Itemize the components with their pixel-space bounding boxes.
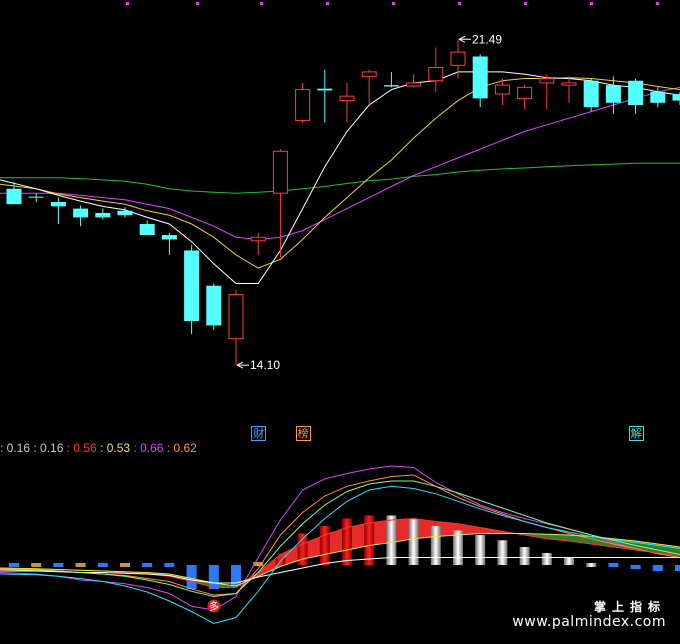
indicator-bar-2 [53, 563, 64, 567]
indicator-bar-0 [9, 563, 19, 567]
indicator-bar-30 [675, 565, 680, 571]
indicator-bar-5 [120, 563, 130, 567]
indicator-bar-18 [408, 518, 419, 565]
event-tag-0: 财 [251, 426, 267, 441]
indicator-bar-8 [186, 565, 197, 589]
indicator-bar-22 [497, 540, 508, 565]
indicator-bar-1 [31, 563, 42, 567]
readout-value-3: : 0.56 [63, 441, 97, 455]
event-tag-2: 解 [628, 426, 644, 441]
indicator-bar-23 [519, 547, 530, 565]
indicator-bar-15 [342, 518, 352, 565]
watermark: 掌上指标 www.palmindex.com [512, 600, 666, 630]
indicator-bar-27 [608, 563, 619, 567]
indicator-line-4 [0, 557, 680, 584]
indicator-bar-3 [75, 563, 86, 567]
indicator-bar-9 [208, 565, 219, 589]
indicator-bar-4 [97, 563, 108, 567]
signal-marker-label: 多 [209, 600, 219, 613]
indicator-line-2 [0, 517, 680, 588]
stock-chart: 21.49 14.10 多 : 0.16 : 0.16 : 0.56 : 0.53… [0, 0, 680, 644]
indicator-bar-28 [630, 565, 641, 569]
readout-value-1: : 0.16 [0, 441, 31, 455]
indicator-panel: 多 [0, 465, 680, 625]
indicator-bar-6 [142, 563, 153, 567]
readout-value-5: : 0.66 [130, 441, 164, 455]
indicator-bar-29 [652, 565, 663, 571]
watermark-url: www.palmindex.com [512, 614, 666, 630]
indicator-bar-7 [164, 563, 175, 567]
indicator-bar-26 [586, 563, 597, 567]
readout-value-4: : 0.53 [96, 441, 131, 455]
indicator-bar-14 [319, 526, 330, 565]
readout-value-2: : 0.16 [30, 441, 64, 455]
watermark-brand: 掌上指标 [593, 600, 666, 614]
indicator-bar-19 [430, 526, 441, 565]
event-tag-1: 榜 [295, 426, 311, 441]
indicator-bar-21 [475, 535, 486, 565]
readout-value-6: : 0.62 [163, 441, 197, 455]
indicator-readout: : 0.16 : 0.16 : 0.56 : 0.53 : 0.66 : 0.6… [0, 440, 197, 456]
indicator-bar-25 [564, 557, 574, 565]
indicator-bar-24 [541, 553, 552, 565]
